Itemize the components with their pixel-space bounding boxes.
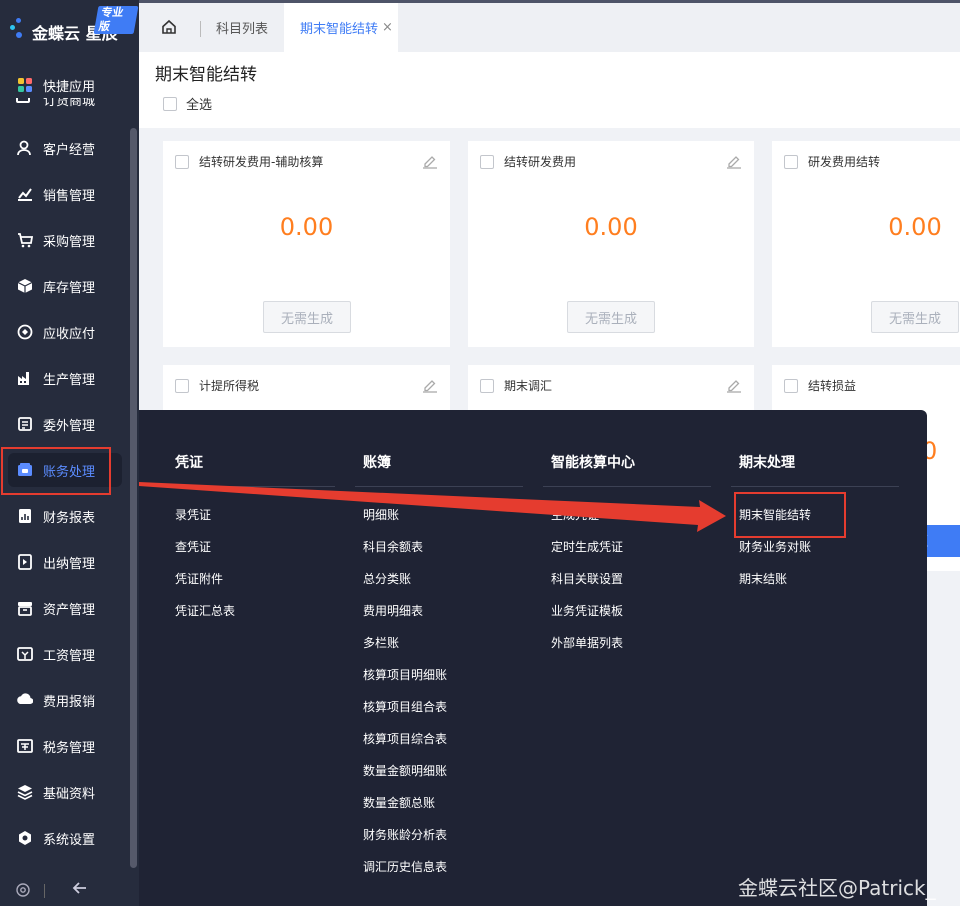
watermark: 金蝶云社区@Patrick_	[738, 876, 936, 900]
annotation-arrow	[139, 482, 726, 532]
sidebar-item-label: 账务处理	[43, 464, 96, 480]
ledger-icon	[16, 461, 34, 479]
annotation-box-menu	[734, 492, 846, 538]
